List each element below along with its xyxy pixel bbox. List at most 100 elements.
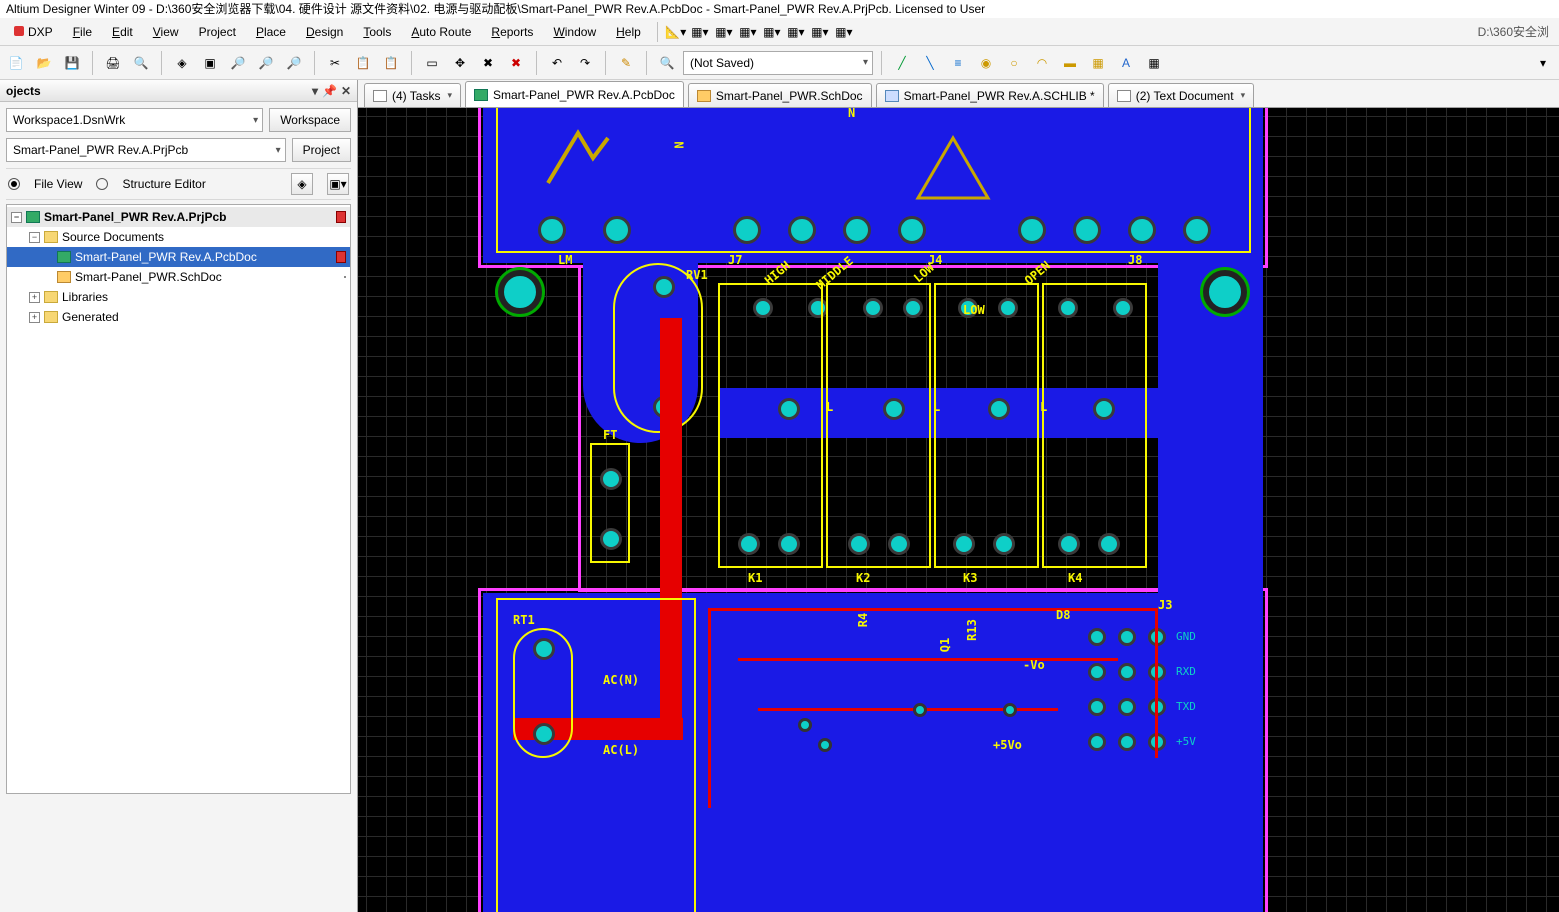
toolbar-grid6-icon[interactable]: ▦▾ [808,20,832,44]
toolbar-grid2-icon[interactable]: ▦▾ [712,20,736,44]
projects-panel: ojects ▾ 📌 ✕ Workspace1.DsnWrk Workspace… [0,80,358,912]
tree-pcbdoc[interactable]: Smart-Panel_PWR Rev.A.PcbDoc [7,247,350,267]
new-icon[interactable]: 📄 [4,51,28,75]
menu-edit[interactable]: Edit [102,21,143,43]
fill-icon[interactable]: ▬ [1058,51,1082,75]
expand-icon[interactable]: − [29,232,40,243]
tree-project-root[interactable]: − Smart-Panel_PWR Rev.A.PrjPcb [7,207,350,227]
structure-editor-radio[interactable] [96,178,108,190]
schlib-file-icon [885,90,899,102]
toolbar-align-icon[interactable]: 📐▾ [664,20,688,44]
file-view-radio[interactable] [8,178,20,190]
label-r13: R13 [965,619,979,641]
folder-icon [44,311,58,323]
project-input[interactable]: Smart-Panel_PWR Rev.A.PrjPcb [6,138,286,162]
tab-tasks[interactable]: (4) Tasks▾ [364,83,461,107]
route-multi-icon[interactable]: ≡ [946,51,970,75]
pad-icon[interactable]: ◉ [974,51,998,75]
tab-pcbdoc[interactable]: Smart-Panel_PWR Rev.A.PcbDoc [465,81,684,107]
label-k3: K3 [963,571,977,585]
zoom-fit-icon[interactable]: 🔎 [254,51,278,75]
label-mvo: -Vo [1023,658,1045,672]
label-txd: TXD [1176,700,1196,713]
zoom-area-icon[interactable]: 🔎 [226,51,250,75]
toolbar-grid1-icon[interactable]: ▦▾ [688,20,712,44]
zoom-sel-icon[interactable]: 🔎 [282,51,306,75]
menu-window[interactable]: Window [543,21,606,43]
redo-icon[interactable]: ↷ [573,51,597,75]
move-icon[interactable]: ✥ [448,51,472,75]
menu-design[interactable]: Design [296,21,353,43]
doc-icon [373,90,387,102]
workspace-input[interactable]: Workspace1.DsnWrk [6,108,263,132]
label-j7: J7 [728,253,742,267]
folder-icon [44,291,58,303]
menu-autoroute[interactable]: Auto Route [401,21,481,43]
file-view-label: File View [34,177,82,191]
undo-icon[interactable]: ↶ [545,51,569,75]
document-tabs: (4) Tasks▾ Smart-Panel_PWR Rev.A.PcbDoc … [358,80,1559,108]
browse-icon[interactable]: 🔍 [655,51,679,75]
pencil-icon[interactable]: ✎ [614,51,638,75]
label-acl: AC(L) [603,743,639,757]
via-icon[interactable]: ○ [1002,51,1026,75]
project-tree[interactable]: − Smart-Panel_PWR Rev.A.PrjPcb − Source … [6,204,351,794]
toolbar-grid3-icon[interactable]: ▦▾ [736,20,760,44]
label-l1: L [826,400,833,414]
select-icon[interactable]: ▭ [420,51,444,75]
tree-libraries[interactable]: + Libraries [7,287,350,307]
pcb-canvas[interactable]: N N LM RV1 J7 J4 J8 HIGH MIDDLE LOW LOW … [358,108,1559,912]
stack-icon[interactable]: ◈ [170,51,194,75]
dropdown-icon[interactable]: ▾ [1531,51,1555,75]
tree-schdoc[interactable]: Smart-Panel_PWR.SchDoc [7,267,350,287]
expand-icon[interactable]: − [11,212,22,223]
tree-generated[interactable]: + Generated [7,307,350,327]
clear-icon[interactable]: ✖ [504,51,528,75]
tab-text[interactable]: (2) Text Document▾ [1108,83,1254,107]
open-icon[interactable]: 📂 [32,51,56,75]
menu-reports[interactable]: Reports [481,21,543,43]
print-icon[interactable]: 🖨 [101,51,125,75]
tab-schdoc[interactable]: Smart-Panel_PWR.SchDoc [688,83,872,107]
expand-icon[interactable]: + [29,292,40,303]
route-track-icon[interactable]: ╱ [890,51,914,75]
cut-icon[interactable]: ✂ [323,51,347,75]
arc-icon[interactable]: ◠ [1030,51,1054,75]
paste-icon[interactable]: 📋 [379,51,403,75]
menu-place[interactable]: Place [246,21,296,43]
filter-combo[interactable]: (Not Saved) [683,51,873,75]
sch-file-icon [697,90,711,102]
panel-dropdown-icon[interactable]: ▾ [312,84,318,98]
route-diff-icon[interactable]: ╲ [918,51,942,75]
folder-icon [44,231,58,243]
menu-dxp[interactable]: DXP [4,21,63,43]
panel-close-icon[interactable]: ✕ [341,84,351,98]
toolbar-grid7-icon[interactable]: ▦▾ [832,20,856,44]
menu-file[interactable]: File [63,21,102,43]
menu-view[interactable]: View [143,21,189,43]
expand-icon[interactable]: + [29,312,40,323]
label-ft: FT [603,428,617,442]
deselect-icon[interactable]: ✖ [476,51,500,75]
copy-icon[interactable]: 📋 [351,51,375,75]
project-button[interactable]: Project [292,138,351,162]
string-icon[interactable]: A [1114,51,1138,75]
save-icon[interactable]: 💾 [60,51,84,75]
toolbar-grid5-icon[interactable]: ▦▾ [784,20,808,44]
panel-opt1-icon[interactable]: ◈ [291,173,313,195]
component-icon[interactable]: ▦ [1142,51,1166,75]
menu-tools[interactable]: Tools [353,21,401,43]
doc-icon [344,276,346,278]
panel-pin-icon[interactable]: 📌 [322,84,337,98]
menu-help[interactable]: Help [606,21,651,43]
tab-schlib[interactable]: Smart-Panel_PWR Rev.A.SCHLIB * [876,83,1104,107]
layers-icon[interactable]: ▣ [198,51,222,75]
toolbar-grid4-icon[interactable]: ▦▾ [760,20,784,44]
workspace-button[interactable]: Workspace [269,108,351,132]
poly-icon[interactable]: ▦ [1086,51,1110,75]
preview-icon[interactable]: 🔍 [129,51,153,75]
panel-opt2-icon[interactable]: ▣▾ [327,173,349,195]
label-d8: D8 [1056,608,1070,622]
tree-source-docs[interactable]: − Source Documents [7,227,350,247]
menu-project[interactable]: Project [189,21,246,43]
